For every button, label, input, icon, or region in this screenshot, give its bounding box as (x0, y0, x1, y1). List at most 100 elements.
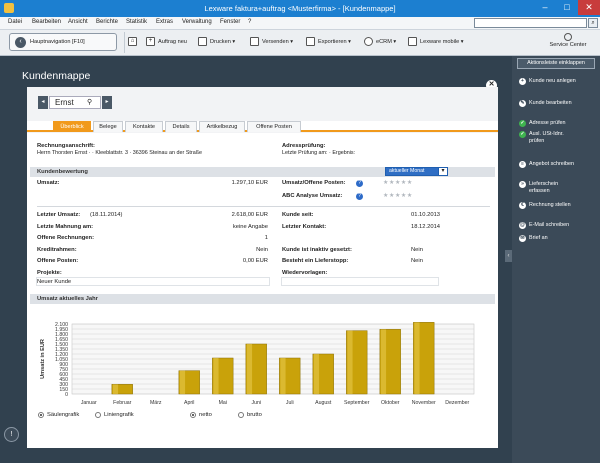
previous-customer-button[interactable]: ◂ (38, 96, 48, 109)
lieferstopp-label: Besteht ein Lieferstopp: (282, 258, 349, 264)
bar-highlight (414, 322, 420, 394)
action-ustid-pruefen[interactable]: ✓ Ausl. USt-Idnr. prüfen (519, 131, 579, 145)
netto-radio[interactable] (190, 412, 196, 418)
action-sidebar (512, 56, 600, 463)
action-label: Angebot schreiben (529, 161, 574, 167)
rating-stars: ★★★★★ (383, 180, 413, 186)
lexware-info-icon[interactable]: ! (4, 427, 19, 442)
liniengrafik-radio[interactable] (95, 412, 101, 418)
versenden-button[interactable]: Versenden ▾ (250, 37, 293, 46)
person-search-icon[interactable]: ⚲ (87, 98, 92, 106)
customer-name-field[interactable]: Ernst (49, 96, 101, 109)
umsatz-bar-chart: 01503004506007509001.0501.2001.3501.5001… (40, 322, 475, 406)
bar-highlight (347, 330, 353, 394)
drucken-button[interactable]: Drucken ▾ (198, 37, 235, 46)
exportieren-button[interactable]: Exportieren ▾ (306, 37, 351, 46)
tab-artikelbezug[interactable]: Artikelbezug (199, 121, 245, 132)
projekte-field[interactable] (36, 277, 270, 286)
liniengrafik-label: Liniengrafik (104, 412, 134, 418)
menu-help[interactable]: ? (248, 19, 251, 25)
menu-ansicht[interactable]: Ansicht (68, 19, 88, 25)
umsatz-label: Umsatz: (37, 180, 60, 186)
action-lieferschein[interactable]: » Lieferschein erfassen (519, 181, 579, 195)
y-tick-label: 2.100 (55, 322, 68, 328)
action-adresse-pruefen[interactable]: ✓ Adresse prüfen (519, 120, 595, 127)
tab-ueberblick[interactable]: Überblick (53, 121, 91, 132)
lightbulb-icon (564, 33, 572, 41)
tab-details[interactable]: Details (165, 121, 197, 132)
action-label: Kunde neu anlegen (529, 78, 576, 84)
x-tick-label: Oktober (381, 400, 400, 406)
x-tick-label: Januar (81, 400, 97, 406)
action-brief[interactable]: ✉ Brief an (519, 235, 595, 242)
maximize-button[interactable]: □ (556, 0, 578, 15)
menu-extras[interactable]: Extras (156, 19, 173, 25)
ecrm-icon (364, 37, 373, 46)
saeulengrafik-radio[interactable] (38, 412, 44, 418)
ecrm-button[interactable]: eCRM ▾ (364, 37, 396, 46)
action-label: Kunde bearbeiten (529, 100, 572, 106)
menu-fenster[interactable]: Fenster (220, 19, 240, 25)
help-icon[interactable]: ? (356, 193, 363, 200)
service-center-button[interactable]: Service Center (540, 33, 596, 53)
auftrag-neu-button[interactable]: + Auftrag neu (146, 37, 187, 46)
abc-analyse-label: ABC Analyse Umsatz: (282, 193, 343, 199)
bar-highlight (179, 370, 186, 394)
period-select[interactable]: aktueller Monat (385, 167, 444, 176)
collapse-actionbar-button[interactable]: Aktionsleiste einklappen (517, 58, 595, 69)
check-icon: ✓ (519, 120, 526, 127)
minimize-button[interactable]: – (534, 0, 556, 15)
menu-verwaltung[interactable]: Verwaltung (182, 19, 212, 25)
x-tick-label: August (315, 400, 332, 406)
brutto-label: brutto (247, 412, 262, 418)
saeulengrafik-label: Säulengrafik (47, 412, 80, 418)
action-email[interactable]: @ E-Mail schreiben (519, 222, 595, 229)
x-tick-label: April (184, 400, 194, 406)
menu-statistik[interactable]: Statistik (126, 19, 147, 25)
action-rechnung[interactable]: € Rechnung stellen (519, 202, 595, 209)
chevron-down-icon[interactable]: ▾ (438, 167, 448, 176)
action-angebot[interactable]: ≡ Angebot schreiben (519, 161, 575, 168)
action-label: Brief an (529, 235, 548, 241)
x-tick-label: November (412, 400, 436, 406)
divider (37, 206, 490, 207)
at-icon: @ (519, 222, 526, 229)
x-tick-label: Mai (219, 400, 227, 406)
sidebar-collapse-handle[interactable]: ‹ (505, 250, 512, 262)
window-title: Lexware faktura+auftrag <Musterfirma> - … (204, 4, 396, 13)
action-kunde-bearbeiten[interactable]: ✎ Kunde bearbeiten (519, 100, 595, 107)
envelope-icon (250, 37, 259, 46)
drucken-label: Drucken (210, 38, 231, 45)
lexware-mobile-button[interactable]: Lexware mobile ▾ (408, 37, 464, 46)
brutto-radio[interactable] (238, 412, 244, 418)
home-button[interactable]: ⌂ (128, 37, 140, 46)
bar-highlight (313, 354, 320, 394)
letzter-umsatz-value: 2.618,00 EUR (231, 212, 268, 218)
menu-bearbeiten[interactable]: Bearbeiten (32, 19, 61, 25)
inaktiv-value: Nein (411, 247, 423, 253)
adresspruefung-value: Letzte Prüfung am: · Ergebnis: (282, 150, 356, 156)
edit-icon: ✎ (519, 100, 526, 107)
x-tick-label: März (150, 400, 162, 406)
help-icon[interactable]: ? (356, 180, 363, 187)
action-kunde-neu[interactable]: + Kunde neu anlegen (519, 78, 579, 85)
close-window-button[interactable]: ✕ (578, 0, 600, 15)
tab-belege[interactable]: Belege (93, 121, 123, 132)
x-tick-label: Februar (113, 400, 131, 406)
search-input[interactable] (474, 18, 587, 28)
search-icon[interactable]: ⌕ (588, 18, 598, 28)
next-customer-button[interactable]: ▸ (102, 96, 112, 109)
nav-back-icon: ‹ (15, 37, 26, 48)
hauptnavigation-button[interactable]: ‹ Hauptnavigation [F10] (9, 33, 117, 51)
menu-berichte[interactable]: Berichte (96, 19, 118, 25)
wiedervorlagen-field[interactable] (281, 277, 439, 286)
tab-offene-posten[interactable]: Offene Posten (247, 121, 301, 132)
y-axis-label: Umsatz in EUR (40, 339, 46, 379)
x-tick-label: Dezember (445, 400, 469, 406)
action-label: Lieferschein erfassen (529, 181, 559, 194)
tab-kontakte[interactable]: Kontakte (125, 121, 163, 132)
offene-rechnungen-value: 1 (264, 235, 268, 241)
umsatz-value: 1.297,10 EUR (231, 180, 268, 186)
menu-datei[interactable]: Datei (8, 19, 22, 25)
lieferstopp-value: Nein (411, 258, 423, 264)
